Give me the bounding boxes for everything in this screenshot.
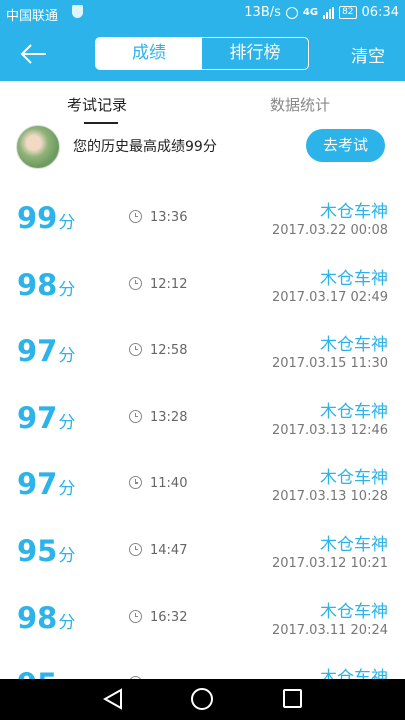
record-date: 2017.03.13 12:46 bbox=[271, 422, 388, 438]
record-date: 2017.03.15 11:30 bbox=[271, 356, 388, 372]
clock-icon bbox=[129, 409, 142, 423]
app-bar: 成绩 排行榜 清空 bbox=[0, 27, 405, 81]
clock-icon bbox=[129, 609, 142, 623]
nav-home-icon[interactable] bbox=[191, 688, 213, 710]
duration: 11:40 bbox=[150, 476, 188, 492]
tab-leaderboard[interactable]: 排行榜 bbox=[202, 38, 308, 69]
network-type: 4G bbox=[302, 7, 319, 18]
network-speed: 13B/s bbox=[244, 5, 281, 20]
active-tab-indicator bbox=[84, 122, 118, 124]
score-number: 97 bbox=[17, 467, 58, 502]
clear-button[interactable]: 清空 bbox=[351, 42, 385, 67]
tab-statistics[interactable]: 数据统计 bbox=[270, 94, 330, 115]
record-row[interactable]: 98分 12:12 木仓车神 2017.03.17 02:49 bbox=[0, 252, 405, 319]
clock-icon bbox=[129, 343, 142, 357]
user-name: 木仓车神 bbox=[320, 601, 388, 622]
score-value: 95分 bbox=[17, 534, 75, 568]
record-date: 2017.03.12 10:21 bbox=[271, 555, 388, 571]
tab-scores[interactable]: 成绩 bbox=[96, 38, 202, 69]
carrier-label: 中国联通 bbox=[6, 9, 59, 24]
record-row[interactable]: 97分 12:58 木仓车神 2017.03.15 11:30 bbox=[0, 318, 405, 385]
user-name: 木仓车神 bbox=[320, 268, 388, 289]
status-right: 13B/s 4G 82 06:34 bbox=[244, 5, 399, 20]
nav-back-icon[interactable] bbox=[103, 688, 123, 710]
duration: 16:32 bbox=[150, 609, 188, 625]
record-list: 99分 13:36 木仓车神 2017.03.22 00:08 98分 12:12 木仓车神… bbox=[0, 185, 405, 718]
score-number: 97 bbox=[17, 400, 58, 435]
record-row[interactable]: 99分 13:36 木仓车神 2017.03.22 00:08 bbox=[0, 185, 405, 252]
alarm-icon bbox=[285, 6, 298, 19]
record-row[interactable]: 95分 14:47 木仓车神 2017.03.12 10:21 bbox=[0, 518, 405, 585]
sub-tabs: 考试记录 数据统计 bbox=[0, 81, 405, 125]
score-value: 97分 bbox=[17, 334, 75, 368]
system-nav-bar bbox=[0, 679, 405, 720]
signal-icon bbox=[323, 6, 335, 19]
score-value: 97分 bbox=[17, 401, 75, 435]
status-bar: 中国联通 13B/s 4G 82 06:34 bbox=[0, 0, 405, 27]
duration: 13:28 bbox=[150, 409, 188, 425]
score-number: 99 bbox=[17, 201, 58, 235]
score-number: 98 bbox=[17, 267, 58, 302]
user-name: 木仓车神 bbox=[320, 335, 388, 356]
user-name: 木仓车神 bbox=[320, 202, 388, 222]
score-value: 98分 bbox=[17, 601, 75, 635]
score-unit: 分 bbox=[58, 412, 76, 433]
record-row[interactable]: 97分 13:28 木仓车神 2017.03.13 12:46 bbox=[0, 385, 405, 452]
clock-icon bbox=[129, 210, 142, 223]
score-value: 97分 bbox=[17, 467, 75, 501]
clock-icon bbox=[129, 542, 142, 556]
score-number: 98 bbox=[17, 600, 58, 635]
tab-exam-records[interactable]: 考试记录 bbox=[67, 94, 127, 115]
user-name: 木仓车神 bbox=[320, 468, 388, 489]
nav-recent-icon[interactable] bbox=[283, 689, 302, 708]
record-row[interactable]: 97分 11:40 木仓车神 2017.03.13 10:28 bbox=[0, 451, 405, 518]
user-name: 木仓车神 bbox=[320, 401, 388, 422]
score-number: 95 bbox=[17, 533, 58, 568]
best-score-text: 您的历史最高成绩99分 bbox=[73, 139, 217, 155]
score-unit: 分 bbox=[58, 213, 76, 233]
score-unit: 分 bbox=[58, 545, 76, 566]
score-unit: 分 bbox=[58, 612, 76, 633]
status-time: 06:34 bbox=[361, 5, 399, 20]
shield-icon bbox=[72, 5, 83, 18]
duration: 14:47 bbox=[150, 542, 188, 558]
score-value: 98分 bbox=[17, 268, 75, 302]
battery-icon: 82 bbox=[339, 6, 357, 19]
score-unit: 分 bbox=[58, 346, 76, 367]
clock-icon bbox=[129, 476, 142, 490]
segment-control: 成绩 排行榜 bbox=[95, 37, 309, 70]
record-date: 2017.03.17 02:49 bbox=[271, 289, 388, 305]
record-row[interactable]: 98分 16:32 木仓车神 2017.03.11 20:24 bbox=[0, 585, 405, 652]
score-unit: 分 bbox=[58, 279, 76, 300]
duration: 13:36 bbox=[150, 210, 188, 225]
duration: 12:12 bbox=[150, 276, 188, 292]
score-value: 99分 bbox=[17, 201, 75, 235]
clock-icon bbox=[129, 276, 142, 290]
avatar bbox=[16, 125, 60, 169]
record-date: 2017.03.22 00:08 bbox=[271, 223, 388, 238]
score-number: 97 bbox=[17, 334, 58, 369]
record-date: 2017.03.11 20:24 bbox=[271, 622, 388, 638]
back-arrow-icon[interactable] bbox=[18, 39, 48, 69]
record-date: 2017.03.13 10:28 bbox=[271, 489, 388, 505]
user-name: 木仓车神 bbox=[320, 534, 388, 555]
profile-summary: 您的历史最高成绩99分 去考试 bbox=[0, 125, 405, 169]
score-unit: 分 bbox=[58, 479, 76, 500]
start-exam-button[interactable]: 去考试 bbox=[306, 129, 385, 162]
duration: 12:58 bbox=[150, 343, 188, 359]
